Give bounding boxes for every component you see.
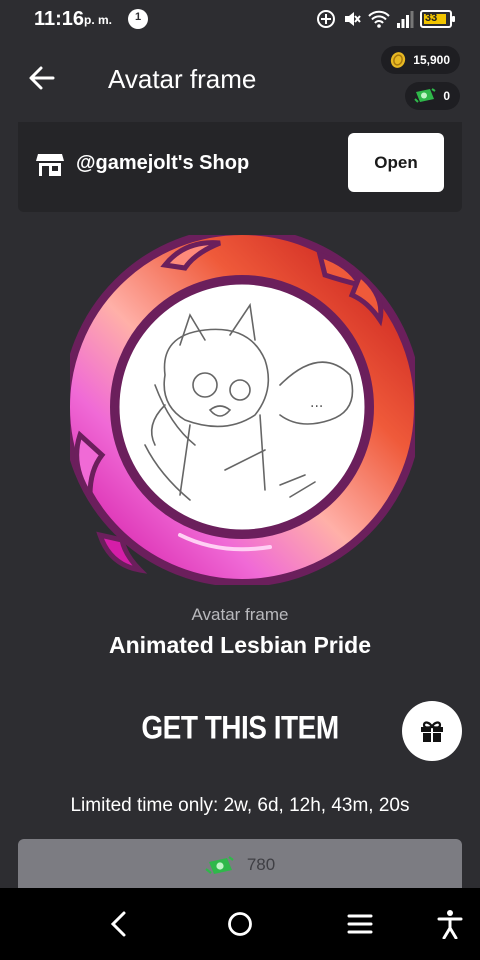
coin-amount: 15,900 [413, 53, 450, 67]
home-nav-icon [228, 912, 252, 936]
gem-amount: 0 [443, 89, 450, 103]
nav-back-button[interactable] [103, 908, 135, 940]
signal-icon [397, 11, 414, 28]
gem-balance[interactable]: 0 [405, 82, 460, 110]
shop-name: @gamejolt's Shop [76, 152, 250, 174]
battery-icon: 33 [420, 10, 455, 28]
status-ampm: p. m. [84, 13, 113, 27]
limited-time-text: Limited time only: 2w, 6d, 12h, 43m, 20s [70, 795, 410, 816]
gift-button[interactable] [402, 701, 462, 761]
open-shop-button[interactable]: Open [348, 133, 444, 192]
add-circle-icon [317, 10, 335, 28]
mute-icon [345, 12, 361, 26]
item-type: Avatar frame [191, 605, 289, 624]
coin-icon [391, 52, 406, 68]
shop-card: @gamejolt's Shop Open [18, 122, 462, 212]
coin-balance[interactable]: 15,900 [381, 46, 460, 74]
gift-icon [421, 721, 443, 742]
accessibility-button[interactable] [434, 908, 466, 940]
arrow-left-icon [29, 66, 55, 90]
system-nav-bar [0, 888, 480, 960]
shop-icon [36, 154, 64, 176]
back-button[interactable] [26, 62, 58, 94]
nav-home-button[interactable] [224, 908, 256, 940]
price-amount: 780 [246, 855, 276, 874]
gem-money-icon [205, 856, 234, 874]
item-name: Animated Lesbian Pride [108, 632, 371, 658]
gem-money-icon [414, 88, 436, 103]
app-header: Avatar frame 15,900 0 [0, 38, 480, 122]
battery-level: 33 [425, 12, 438, 24]
page-title: Avatar frame [108, 64, 257, 94]
notification-count: 1 [134, 11, 142, 23]
status-icons: 33 [316, 8, 455, 30]
back-nav-icon [110, 911, 126, 937]
status-time: 11:16 [34, 8, 85, 30]
doodle-text: ... [310, 395, 323, 411]
accessibility-icon [437, 910, 463, 939]
notification-badge: 1 [128, 9, 148, 29]
recents-nav-icon [347, 914, 373, 934]
wifi-icon [368, 10, 390, 28]
nav-recents-button[interactable] [344, 908, 376, 940]
avatar-frame-preview: ... [70, 235, 415, 585]
status-bar: 11:16 p. m. 1 33 [0, 0, 480, 38]
